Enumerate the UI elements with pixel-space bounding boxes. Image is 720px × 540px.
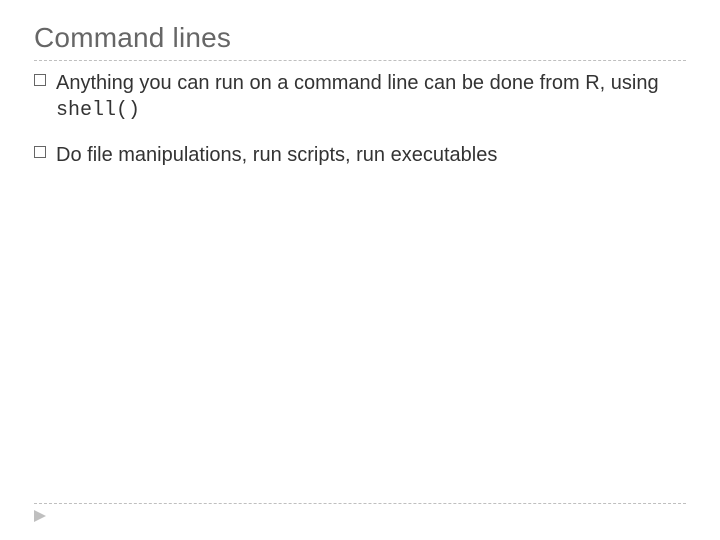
list-item: Do file manipulations, run scripts, run … <box>34 143 686 169</box>
slide: Command lines Anything you can run on a … <box>0 0 720 540</box>
bullet-list: Anything you can run on a command line c… <box>34 71 686 169</box>
bullet-body: file manipulations, run scripts, run exe… <box>82 144 498 166</box>
square-bullet-icon <box>34 146 46 158</box>
bullet-lead: Do <box>56 144 82 166</box>
bullet-lead: Anything <box>56 72 134 94</box>
slide-footer <box>34 503 686 522</box>
bullet-text: Anything you can run on a command line c… <box>56 72 659 120</box>
bullet-text: Do file manipulations, run scripts, run … <box>56 144 497 166</box>
slide-title: Command lines <box>34 22 686 54</box>
bullet-body: you can run on a command line can be don… <box>134 72 659 94</box>
square-bullet-icon <box>34 74 46 86</box>
title-divider <box>34 60 686 61</box>
triangle-right-icon <box>34 510 686 522</box>
list-item: Anything you can run on a command line c… <box>34 71 686 123</box>
footer-divider <box>34 503 686 504</box>
code-snippet: shell() <box>56 99 140 122</box>
